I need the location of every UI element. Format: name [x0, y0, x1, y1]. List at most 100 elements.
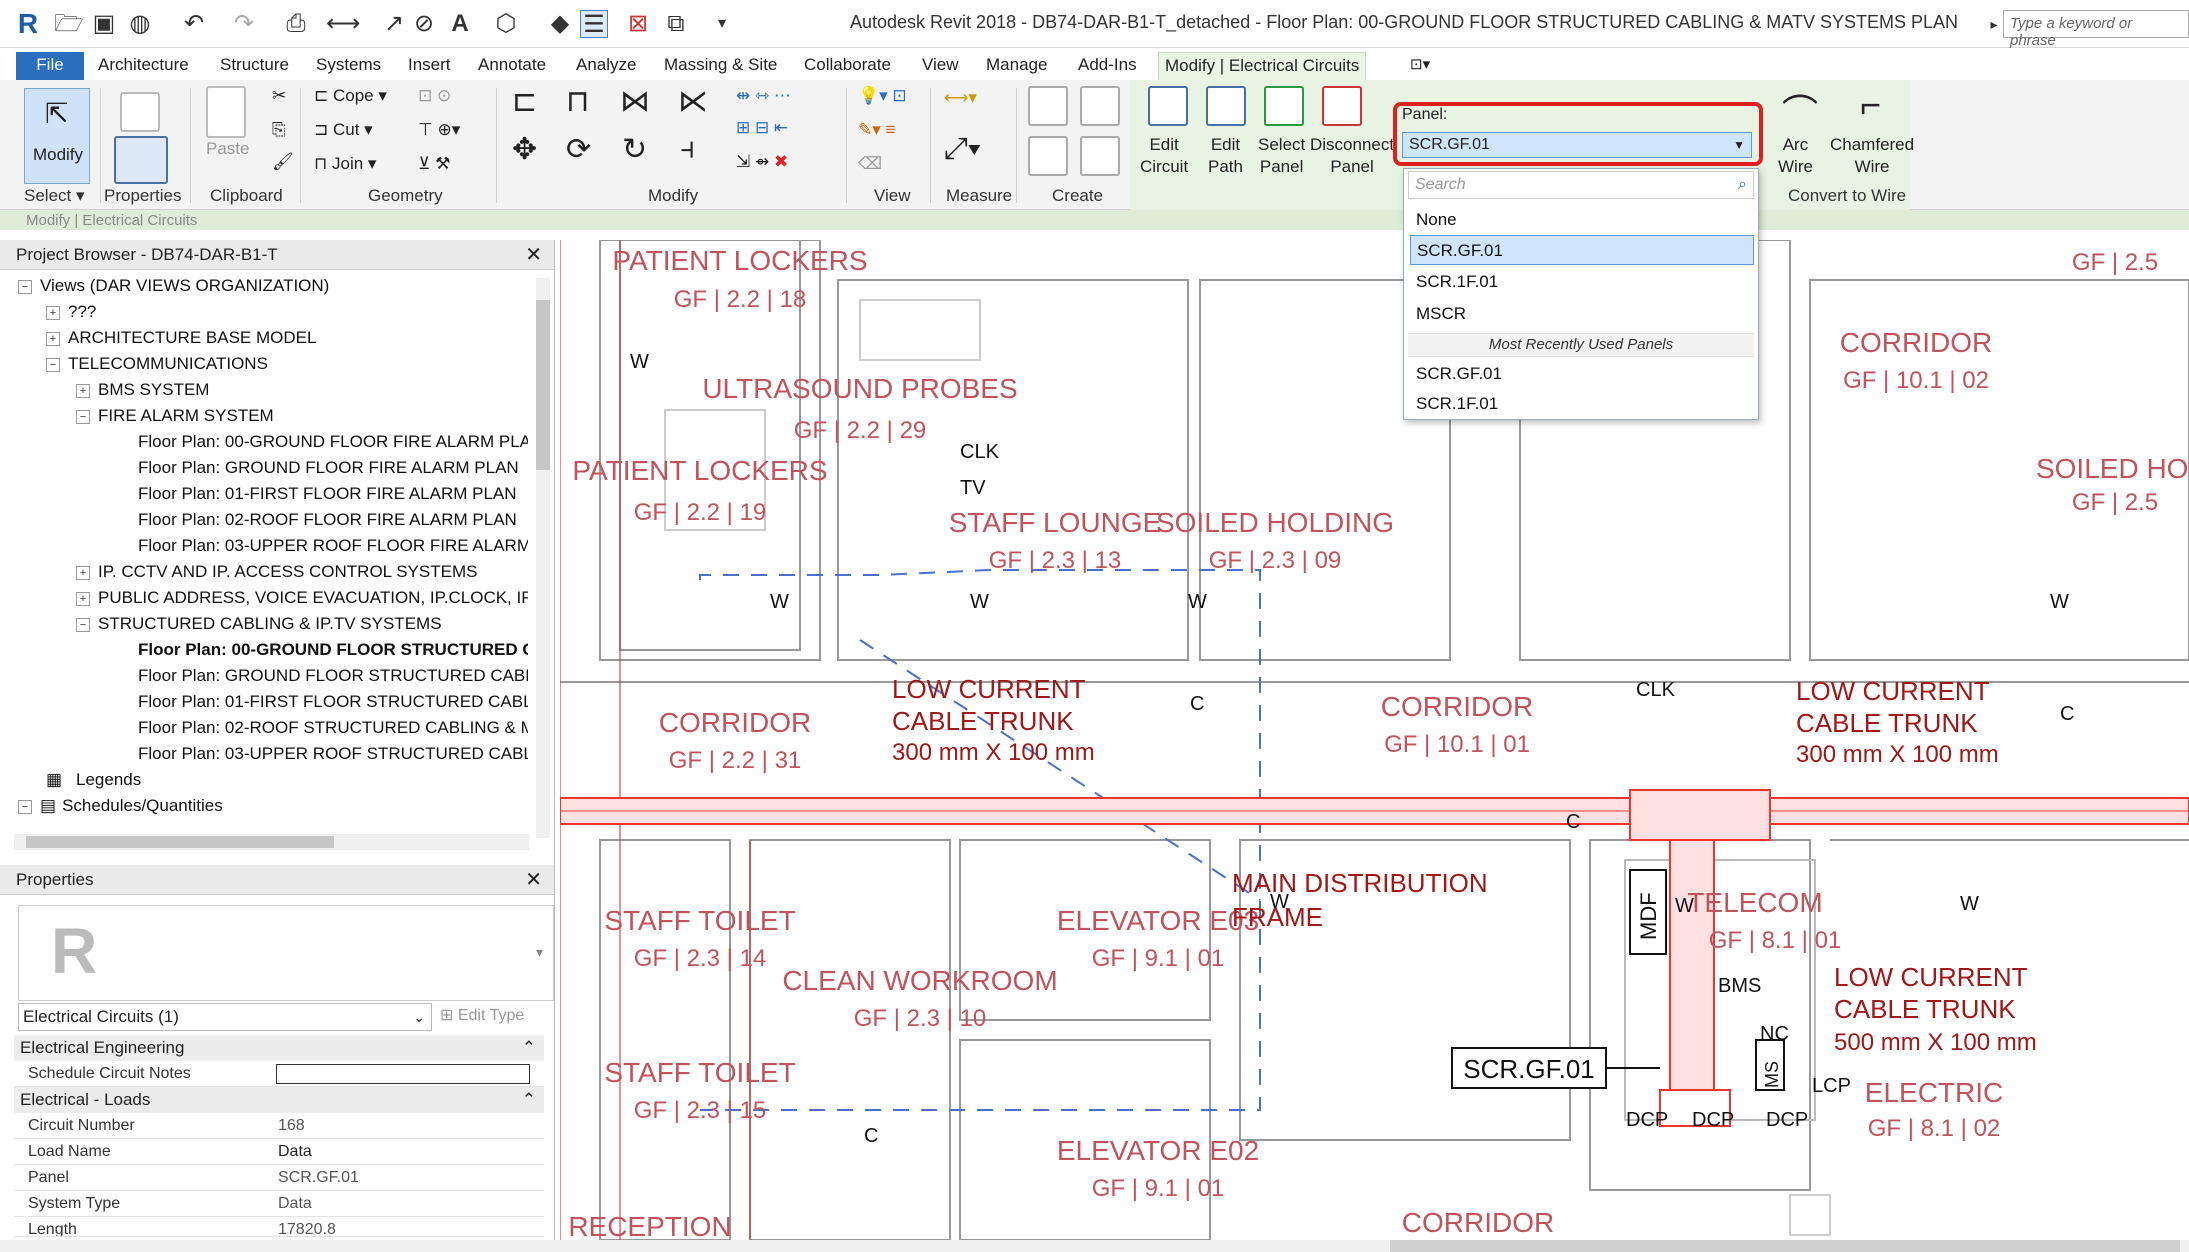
dropdown-item-none[interactable]: None	[1410, 205, 1754, 235]
tab-file[interactable]: File	[16, 52, 84, 80]
chamfered-wire-icon[interactable]: ⌐	[1860, 84, 1881, 126]
select-panel-title[interactable]: Select ▾	[24, 186, 85, 206]
expand-icon[interactable]: +	[76, 565, 90, 580]
tab-annotate[interactable]: Annotate	[472, 52, 552, 80]
tab-view[interactable]: View	[916, 52, 965, 80]
3d-view-icon[interactable]: ⬡	[492, 10, 520, 38]
edit-type-button[interactable]: ⊞ Edit Type	[440, 1005, 524, 1025]
chevron-down-icon[interactable]: ▾	[536, 944, 543, 961]
collapse-icon[interactable]: −	[18, 799, 32, 814]
tree-item[interactable]: Floor Plan: 03-UPPER ROOF FLOOR FIRE ALA…	[138, 534, 528, 558]
linework-icon[interactable]: ✎▾ ≡	[858, 120, 895, 140]
floor-plan[interactable]: PATIENT LOCKERS GF | 2.2 | 18 ULTRASOUND…	[560, 240, 2189, 1240]
revit-app-icon[interactable]: R	[14, 10, 42, 38]
create-parts-icon[interactable]	[1080, 86, 1120, 126]
cope-button[interactable]: ⊏ Cope ▾	[314, 86, 387, 106]
collapse-icon[interactable]: −	[76, 409, 90, 424]
expand-icon[interactable]: +	[76, 383, 90, 398]
create-similar-icon[interactable]	[1080, 136, 1120, 176]
tag-icon[interactable]: ⊘	[410, 10, 438, 38]
tree-item[interactable]: − FIRE ALARM SYSTEM	[76, 404, 274, 428]
override-graphics-icon[interactable]: 💡▾ ⊡	[858, 86, 907, 106]
tree-item[interactable]: + PUBLIC ADDRESS, VOICE EVACUATION, IP.CL…	[76, 586, 528, 610]
tree-item[interactable]: +???	[46, 300, 96, 324]
ribbon-minimize-icon[interactable]: ⊡▾	[1404, 52, 1436, 80]
chamfered-wire-button[interactable]: Chamfered Wire	[1830, 134, 1914, 178]
type-properties-icon[interactable]	[120, 92, 160, 132]
tree-item[interactable]: Floor Plan: 03-UPPER ROOF STRUCTURED CAB…	[138, 742, 528, 766]
hide-icon[interactable]: ⌫	[858, 154, 882, 174]
panel-search-input[interactable]: Search ⌕	[1408, 171, 1754, 199]
tree-item-active-view[interactable]: Floor Plan: 00-GROUND FLOOR STRUCTURED C…	[138, 638, 528, 662]
move-icon[interactable]: ✥	[512, 132, 537, 167]
dimension-icon[interactable]: ↗	[380, 10, 408, 38]
scrollbar-thumb[interactable]	[1390, 1240, 2180, 1252]
tree-item[interactable]: Floor Plan: GROUND FLOOR STRUCTURED CABL…	[138, 664, 528, 688]
scrollbar-thumb[interactable]	[536, 300, 550, 470]
keyword-search-input[interactable]: Type a keyword or phrase	[2003, 10, 2189, 49]
measure-distance-icon[interactable]: ⟷▾	[944, 88, 977, 108]
tree-item[interactable]: + ARCHITECTURE BASE MODEL	[46, 326, 316, 350]
trim-extend-icon[interactable]: ⫞	[680, 132, 695, 166]
tab-add-ins[interactable]: Add-Ins	[1072, 52, 1143, 80]
thin-lines-icon[interactable]: ☰	[580, 10, 608, 38]
mirror-pick-axis-icon[interactable]: ⋈	[620, 84, 650, 119]
close-icon[interactable]: ✕	[525, 240, 542, 270]
tree-item[interactable]: Floor Plan: 02-ROOF FLOOR FIRE ALARM PLA…	[138, 508, 528, 532]
paste-button[interactable]: Paste	[206, 138, 249, 160]
close-hidden-icon[interactable]: ⊠	[624, 10, 652, 38]
collapse-icon[interactable]: −	[76, 617, 90, 632]
text-icon[interactable]: A	[446, 10, 474, 38]
tree-item[interactable]: Floor Plan: GROUND FLOOR FIRE ALARM PLAN	[138, 456, 528, 480]
expand-icon[interactable]: +	[46, 305, 60, 320]
tree-views-root[interactable]: − Views (DAR VIEWS ORGANIZATION)	[18, 274, 329, 298]
tab-analyze[interactable]: Analyze	[570, 52, 642, 80]
tree-item[interactable]: − STRUCTURED CABLING & IP.TV SYSTEMS	[76, 612, 528, 636]
modify-button[interactable]: ⇱ Modify	[24, 88, 90, 184]
split-icon[interactable]: ⇹ ⇿ ⋯	[736, 86, 791, 106]
edit-circuit-icon[interactable]	[1148, 86, 1188, 126]
type-selector[interactable]: Electrical Circuits (1) ⌄	[18, 1003, 432, 1031]
group-electrical-loads[interactable]: Electrical - Loads ⌃	[14, 1087, 544, 1113]
mirror-draw-axis-icon[interactable]: ⋉	[678, 84, 708, 119]
rotate-icon[interactable]: ↻	[622, 132, 647, 167]
tree-item[interactable]: Floor Plan: 02-ROOF STRUCTURED CABLING &…	[138, 716, 528, 740]
offset-icon[interactable]: ⊓	[566, 84, 589, 119]
save-icon[interactable]: ▣	[90, 10, 118, 38]
select-panel-icon[interactable]	[1264, 86, 1304, 126]
dropdown-mru-item[interactable]: SCR.1F.01	[1410, 389, 1754, 419]
tree-item[interactable]: Floor Plan: 01-FIRST FLOOR STRUCTURED CA…	[138, 690, 528, 714]
cut-geometry-button[interactable]: ⊐ Cut ▾	[314, 120, 373, 140]
panel-tag-group[interactable]: SCR.GF.01	[1451, 1047, 1660, 1089]
section-icon[interactable]: ◆	[546, 10, 574, 38]
array-icon[interactable]: ⊞ ⊟ ⇤	[736, 118, 788, 138]
tab-insert[interactable]: Insert	[402, 52, 457, 80]
tree-item[interactable]: Floor Plan: 01-FIRST FLOOR FIRE ALARM PL…	[138, 482, 528, 506]
copy-icon[interactable]: ⎘	[272, 120, 286, 140]
redo-icon[interactable]: ↷	[230, 10, 258, 38]
sync-icon[interactable]: ◍	[126, 10, 154, 38]
tree-item[interactable]: + BMS SYSTEM	[76, 378, 209, 402]
select-panel-button[interactable]: Select Panel	[1258, 134, 1305, 178]
wall-joins-icon[interactable]: ⊡ ⊙	[418, 86, 451, 106]
split-face-icon[interactable]: ⊤ ⊕▾	[418, 120, 460, 140]
disconnect-panel-icon[interactable]	[1322, 86, 1362, 126]
delete-icon[interactable]: ⇲ ⇴ ✖	[736, 152, 788, 172]
undo-icon[interactable]: ↶	[180, 10, 208, 38]
scrollbar-thumb[interactable]	[26, 836, 334, 848]
customize-qat-icon[interactable]: ▾	[708, 10, 736, 38]
edit-path-button[interactable]: Edit Path	[1208, 134, 1243, 178]
canvas-horizontal-scrollbar[interactable]	[0, 1240, 2189, 1252]
tree-item[interactable]: Floor Plan: 00-GROUND FLOOR FIRE ALARM P…	[138, 430, 528, 454]
expand-icon[interactable]: +	[46, 331, 60, 346]
edit-path-icon[interactable]	[1206, 86, 1246, 126]
join-button[interactable]: ⊓ Join ▾	[314, 154, 376, 174]
copy-element-icon[interactable]: ⟳	[566, 132, 591, 167]
paste-icon[interactable]	[206, 86, 246, 138]
match-properties-icon[interactable]: 🖌	[272, 152, 294, 172]
align-icon[interactable]: ⊏	[512, 84, 537, 119]
dropdown-mru-item[interactable]: SCR.GF.01	[1410, 359, 1754, 389]
tab-architecture[interactable]: Architecture	[92, 52, 195, 80]
properties-icon[interactable]	[114, 136, 168, 184]
tab-manage[interactable]: Manage	[980, 52, 1053, 80]
